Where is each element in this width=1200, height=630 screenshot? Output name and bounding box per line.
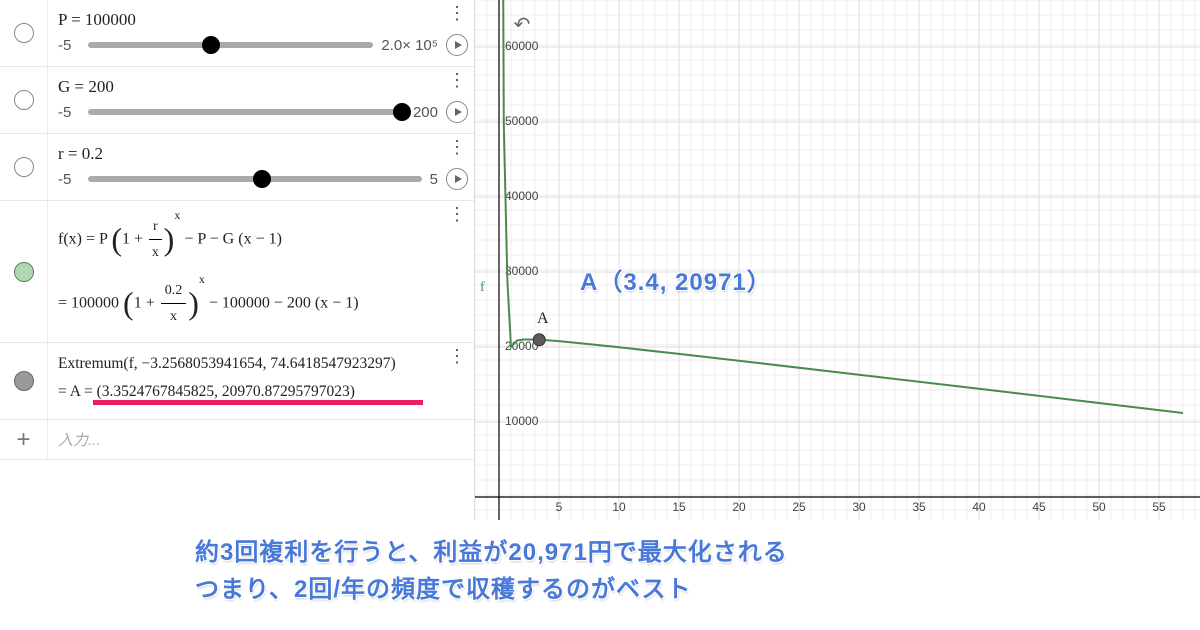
visibility-toggle-A[interactable] <box>14 371 34 391</box>
slider-row-r: r = 0.2 -5 5 ⋮ <box>0 134 474 201</box>
annotation-A-value: A（3.4, 20971） <box>580 262 772 297</box>
slider-min-P: -5 <box>58 37 80 54</box>
expr-r: r = 0.2 <box>58 144 468 164</box>
visibility-toggle-P[interactable] <box>14 23 34 43</box>
play-button-P[interactable] <box>446 34 468 56</box>
extremum-call[interactable]: Extremum(f, −3.2568053941654, 74.6418547… <box>58 355 468 373</box>
slider-min-G: -5 <box>58 104 80 121</box>
svg-text:10000: 10000 <box>505 414 539 428</box>
formula-row-f: f(x) = P (1 + rx)x − P − G (x − 1) = 100… <box>0 201 474 343</box>
graph-svg: 51015 202530 354045 5055 100002000030000… <box>475 0 1200 520</box>
svg-text:30: 30 <box>852 500 866 514</box>
svg-text:15: 15 <box>672 500 686 514</box>
svg-text:50: 50 <box>1092 500 1106 514</box>
point-A[interactable] <box>533 334 545 346</box>
extremum-result: = A = (3.3524767845825, 20970.8729579702… <box>58 383 468 401</box>
formula-part: 1 + <box>134 294 159 311</box>
slider-row-P: P = 100000 -5 2.0× 10⁵ ⋮ <box>0 0 474 67</box>
slider-max-P: 2.0× 10⁵ <box>381 37 438 54</box>
visibility-toggle-G[interactable] <box>14 90 34 110</box>
visibility-toggle-r[interactable] <box>14 157 34 177</box>
slider-max-G: 200 <box>413 104 438 121</box>
bottom-line-2: つまり、2回/年の頻度で収穫するのがベスト <box>195 571 1200 608</box>
graph-panel[interactable]: ↶ <box>475 0 1200 520</box>
svg-text:20: 20 <box>732 500 746 514</box>
menu-dots-ext[interactable]: ⋮ <box>448 353 466 360</box>
svg-text:30000: 30000 <box>505 264 539 278</box>
svg-text:10: 10 <box>612 500 626 514</box>
svg-text:40000: 40000 <box>505 189 539 203</box>
formula-part: 1 + <box>122 230 147 247</box>
play-button-G[interactable] <box>446 101 468 123</box>
play-button-r[interactable] <box>446 168 468 190</box>
slider-G[interactable] <box>88 108 405 116</box>
extremum-row: Extremum(f, −3.2568053941654, 74.6418547… <box>0 343 474 420</box>
slider-min-r: -5 <box>58 171 80 188</box>
svg-text:35: 35 <box>912 500 926 514</box>
formula-part: = 100000 <box>58 294 123 311</box>
bottom-annotation: 約3回複利を行うと、利益が20,971円で最大化される つまり、2回/年の頻度で… <box>0 520 1200 608</box>
point-label-A: A <box>537 310 549 328</box>
formula-part: f(x) = P <box>58 230 111 247</box>
svg-text:55: 55 <box>1152 500 1166 514</box>
bottom-line-1: 約3回複利を行うと、利益が20,971円で最大化される <box>195 534 1200 571</box>
menu-dots-f[interactable]: ⋮ <box>448 211 466 218</box>
add-button[interactable]: + <box>0 420 48 459</box>
slider-row-G: G = 200 -5 200 ⋮ <box>0 67 474 134</box>
curve-f <box>481 0 1183 520</box>
formula-part: − P − G (x − 1) <box>180 230 282 247</box>
expr-P: P = 100000 <box>58 10 468 30</box>
svg-text:5: 5 <box>556 500 563 514</box>
input-row: + 入力... <box>0 420 474 460</box>
svg-text:40: 40 <box>972 500 986 514</box>
slider-P[interactable] <box>88 41 373 49</box>
slider-max-r: 5 <box>430 171 438 188</box>
slider-r[interactable] <box>88 175 422 183</box>
algebra-sidebar: P = 100000 -5 2.0× 10⁵ ⋮ G = 200 -5 <box>0 0 475 520</box>
svg-text:60000: 60000 <box>505 39 539 53</box>
undo-icon[interactable]: ↶ <box>510 12 534 36</box>
formula-part: − 100000 − 200 (x − 1) <box>205 294 359 311</box>
menu-dots-r[interactable]: ⋮ <box>448 144 466 151</box>
formula-f[interactable]: f(x) = P (1 + rx)x − P − G (x − 1) = 100… <box>58 211 468 332</box>
algebra-input[interactable]: 入力... <box>48 420 474 459</box>
svg-text:50000: 50000 <box>505 114 539 128</box>
svg-text:45: 45 <box>1032 500 1046 514</box>
svg-text:25: 25 <box>792 500 806 514</box>
expr-G: G = 200 <box>58 77 468 97</box>
curve-label-f: f <box>480 280 485 296</box>
visibility-toggle-f[interactable] <box>14 262 34 282</box>
menu-dots-P[interactable]: ⋮ <box>448 10 466 17</box>
menu-dots-G[interactable]: ⋮ <box>448 77 466 84</box>
